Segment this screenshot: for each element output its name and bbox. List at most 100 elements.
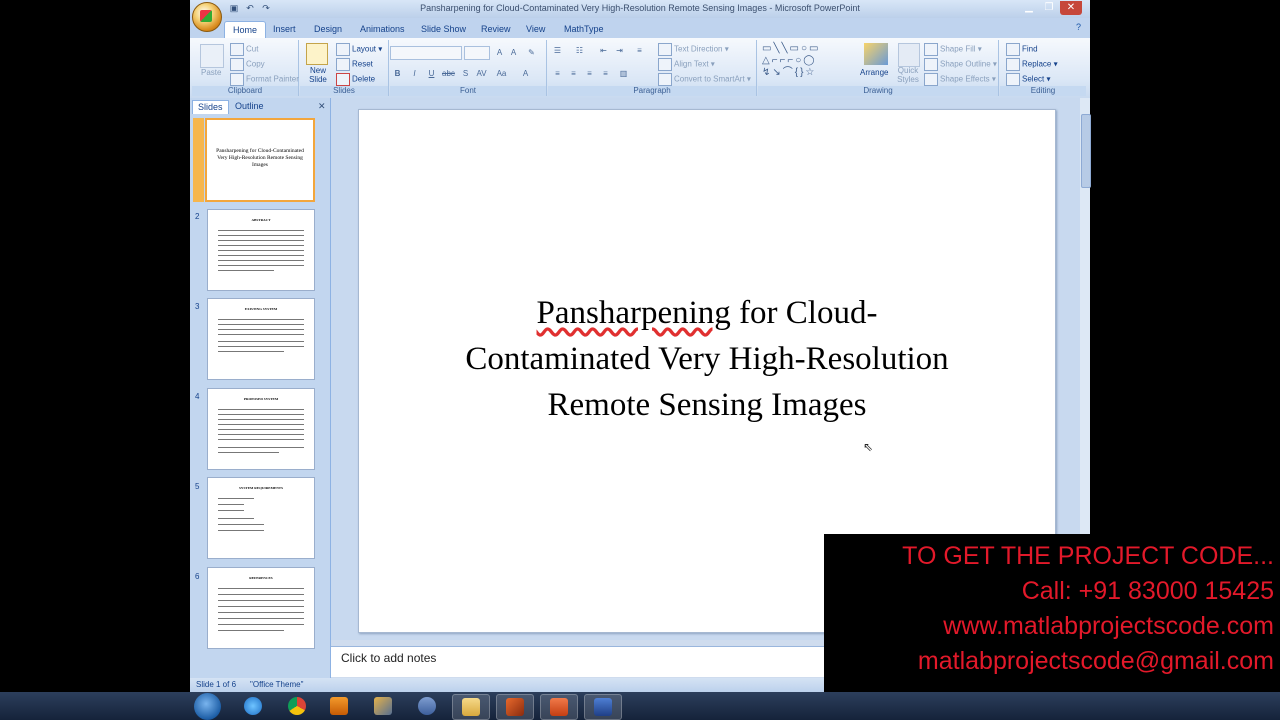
close-button[interactable]: ✕	[1060, 1, 1082, 15]
shadow-button[interactable]: S	[460, 68, 471, 79]
powerpoint-icon[interactable]	[540, 694, 578, 720]
slide-thumbnail-3[interactable]: EXISTING SYSTEM	[207, 298, 315, 380]
tab-outline[interactable]: Outline	[230, 100, 269, 113]
text-line	[218, 530, 264, 531]
tab-view[interactable]: View	[518, 21, 553, 38]
tab-home[interactable]: Home	[224, 21, 267, 39]
minimize-button[interactable]: ▁	[1018, 1, 1040, 15]
slide-number: 6	[195, 572, 200, 581]
windows-start-icon[interactable]	[194, 693, 221, 720]
restore-button[interactable]: ❐	[1038, 1, 1060, 15]
columns-icon[interactable]: ▥	[618, 68, 629, 79]
layout-button[interactable]: Layout ▾	[336, 43, 382, 56]
underline-button[interactable]: U	[426, 68, 437, 79]
find-button[interactable]: Find	[1006, 43, 1038, 56]
slide-thumbnail-1[interactable]: Pansharpening for Cloud-Contaminated Ver…	[205, 118, 315, 202]
tab-slides[interactable]: Slides	[192, 100, 229, 114]
paste-button[interactable]: Paste	[201, 68, 221, 77]
redo-icon[interactable]: ↷	[260, 3, 272, 14]
link-icon[interactable]	[409, 694, 445, 718]
slide-thumbnail-2[interactable]: ABSTRACT	[207, 209, 315, 291]
slide-title[interactable]: Pansharpening for Cloud- Contaminated Ve…	[399, 290, 1015, 428]
layout-icon	[336, 43, 350, 56]
shrink-font-icon[interactable]: A	[508, 47, 519, 58]
drawing-label: Drawing	[758, 86, 998, 96]
title-bar: ▣ ↶ ↷ Pansharpening for Cloud-Contaminat…	[190, 0, 1090, 18]
text-line	[218, 319, 304, 320]
app-icon[interactable]	[584, 694, 622, 720]
chrome-icon[interactable]	[279, 694, 315, 718]
office-button[interactable]	[192, 2, 222, 32]
slide-thumbnail-6[interactable]: REFERENCES	[207, 567, 315, 649]
align-right-icon[interactable]: ≡	[584, 68, 595, 79]
tools-icon[interactable]	[365, 694, 401, 718]
thumbnail-heading: REFERENCES	[249, 576, 273, 580]
clear-formatting-icon[interactable]: ✎	[526, 47, 537, 58]
shapes-gallery[interactable]: ▭╲╲▭○▭ △⌐⌐⌐○◯ ↯↘⌒{}☆	[762, 43, 852, 79]
text-line	[218, 409, 304, 410]
delete-button[interactable]: Delete	[336, 73, 375, 86]
text-line	[218, 600, 304, 601]
slides-pane: Slides Outline ✕ 1 Pansharpening for Clo…	[190, 98, 331, 678]
tab-design[interactable]: Design	[306, 21, 350, 38]
format-painter-button[interactable]: Format Painter	[230, 73, 299, 86]
reset-button[interactable]: Reset	[336, 58, 373, 71]
strikethrough-button[interactable]: abc	[442, 68, 455, 79]
text-line	[218, 452, 279, 453]
align-text-button[interactable]: Align Text ▾	[658, 58, 715, 71]
tab-slide-show[interactable]: Slide Show	[413, 21, 474, 38]
copy-button[interactable]: Copy	[230, 58, 265, 71]
arrange-button[interactable]: Arrange	[860, 68, 888, 77]
slide-thumbnail-4[interactable]: PROPOSED SYSTEM	[207, 388, 315, 470]
internet-explorer-icon[interactable]	[235, 694, 271, 718]
text-direction-button[interactable]: Text Direction ▾	[658, 43, 729, 56]
promo-email: matlabprojectscode@gmail.com	[917, 647, 1274, 675]
replace-button[interactable]: Replace ▾	[1006, 58, 1058, 71]
change-case-button[interactable]: Aa	[496, 68, 507, 79]
new-slide-icon[interactable]	[306, 43, 328, 65]
spacing-button[interactable]: AV	[476, 68, 487, 79]
text-line	[218, 429, 304, 430]
cut-button[interactable]: Cut	[230, 43, 258, 56]
grow-font-icon[interactable]: A	[494, 47, 505, 58]
undo-icon[interactable]: ↶	[244, 3, 256, 14]
tab-mathtype[interactable]: MathType	[556, 21, 612, 38]
arrange-icon[interactable]	[864, 43, 888, 65]
decrease-indent-icon[interactable]: ⇤	[598, 45, 609, 56]
shape-fill-button[interactable]: Shape Fill ▾	[924, 43, 982, 56]
shape-effects-button[interactable]: Shape Effects ▾	[924, 73, 996, 86]
clipboard-group: Paste Cut Copy Format Painter Clipboard	[192, 40, 299, 96]
save-icon[interactable]: ▣	[228, 3, 240, 14]
bullets-icon[interactable]: ☰	[552, 45, 563, 56]
shape-outline-button[interactable]: Shape Outline ▾	[924, 58, 997, 71]
paragraph-label: Paragraph	[548, 86, 756, 96]
font-name-combo[interactable]	[390, 46, 462, 60]
paste-icon[interactable]	[200, 44, 224, 68]
file-explorer-icon[interactable]	[452, 694, 490, 720]
tab-animations[interactable]: Animations	[352, 21, 413, 38]
convert-smartart-button[interactable]: Convert to SmartArt ▾	[658, 73, 751, 86]
numbering-icon[interactable]: ☷	[574, 45, 585, 56]
media-player-icon[interactable]	[321, 694, 357, 718]
tab-insert[interactable]: Insert	[265, 21, 304, 38]
line-spacing-icon[interactable]: ≡	[634, 45, 645, 56]
help-icon[interactable]: ?	[1076, 22, 1086, 32]
select-button[interactable]: Select ▾	[1006, 73, 1050, 86]
increase-indent-icon[interactable]: ⇥	[614, 45, 625, 56]
matlab-icon[interactable]	[496, 694, 534, 720]
quick-styles-icon[interactable]	[898, 43, 920, 67]
drawing-group: ▭╲╲▭○▭ △⌐⌐⌐○◯ ↯↘⌒{}☆ Arrange Quick Styles …	[758, 40, 999, 96]
bold-button[interactable]: B	[392, 68, 403, 79]
tab-review[interactable]: Review	[473, 21, 519, 38]
quick-styles-button[interactable]: Quick Styles	[894, 66, 922, 84]
align-center-icon[interactable]: ≡	[568, 68, 579, 79]
justify-icon[interactable]: ≡	[600, 68, 611, 79]
scroll-thumb[interactable]	[1081, 114, 1091, 188]
italic-button[interactable]: I	[409, 68, 420, 79]
slide-thumbnail-5[interactable]: SYSTEM REQUIREMENTS	[207, 477, 315, 559]
new-slide-button[interactable]: New Slide	[306, 66, 330, 84]
font-color-button[interactable]: A	[520, 68, 531, 79]
font-size-combo[interactable]	[464, 46, 490, 60]
close-pane-icon[interactable]: ✕	[318, 101, 326, 112]
align-left-icon[interactable]: ≡	[552, 68, 563, 79]
